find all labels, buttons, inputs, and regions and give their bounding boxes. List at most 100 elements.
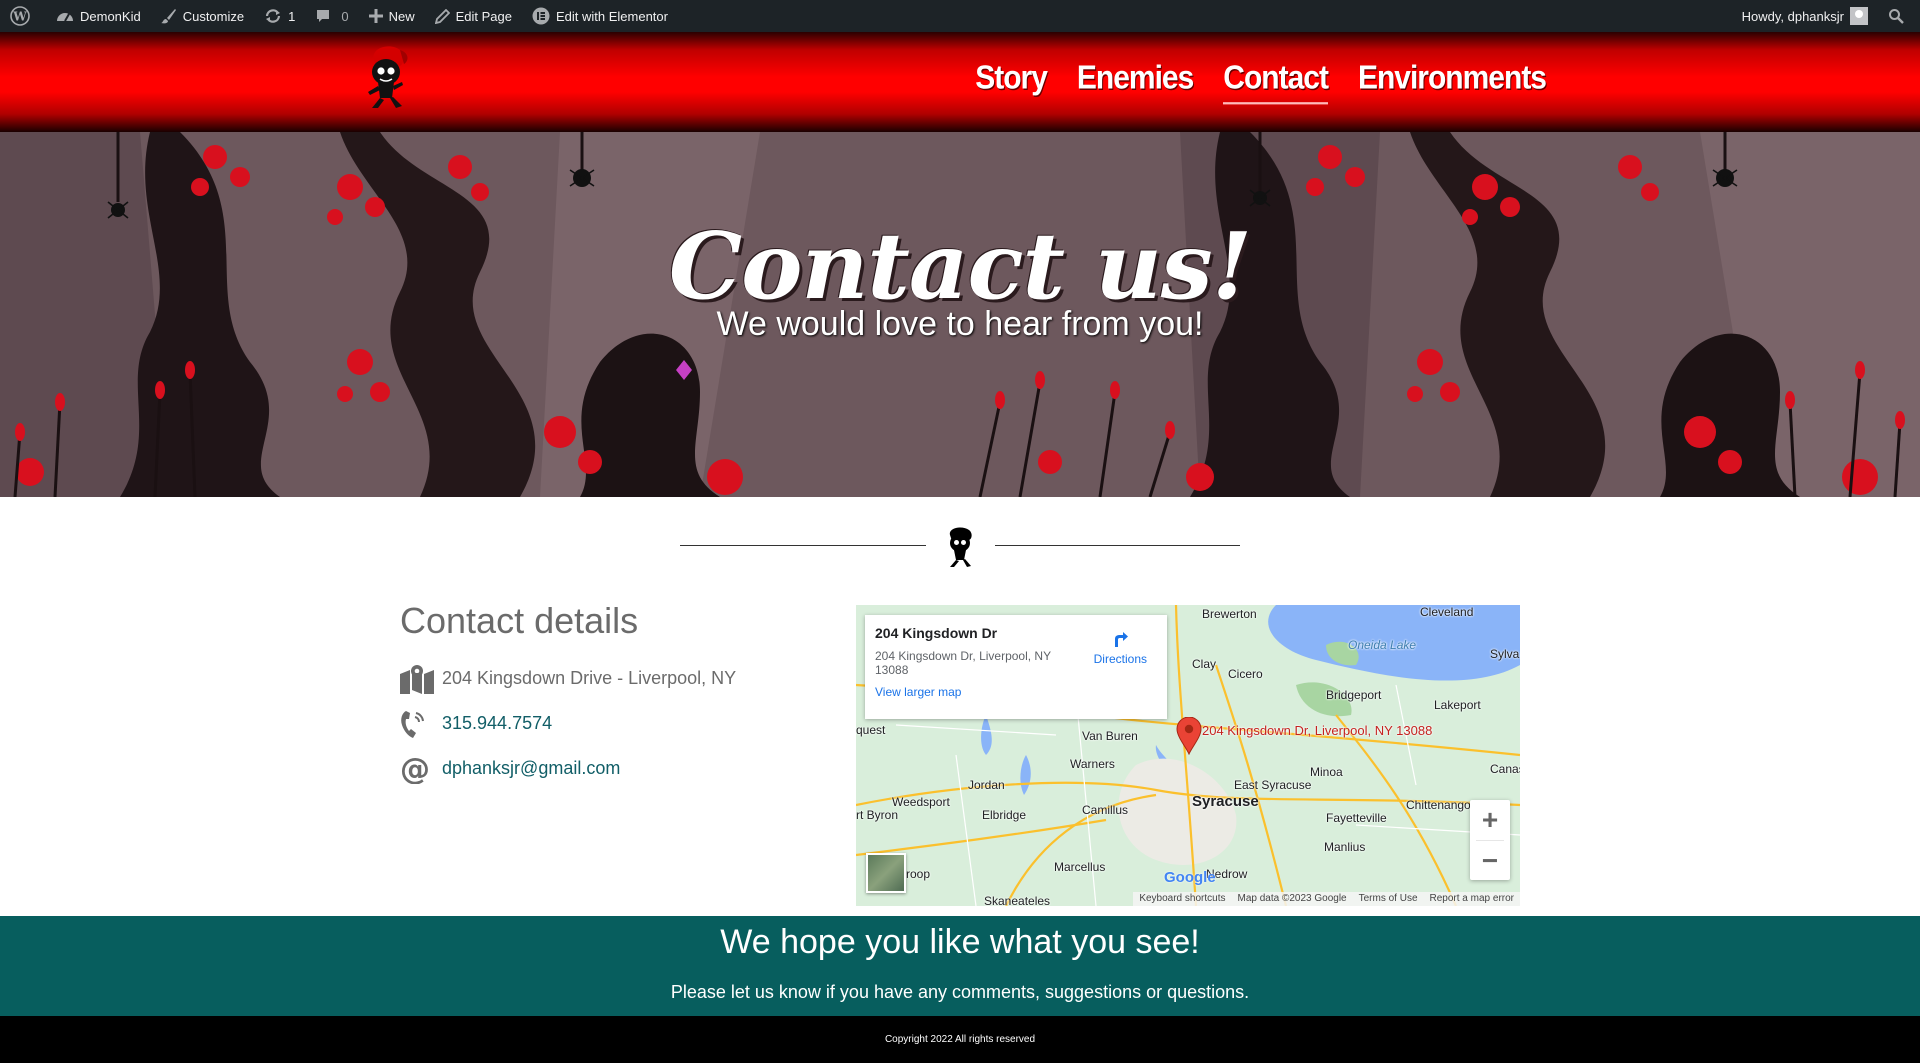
email-row: @ dphanksjr@gmail.com [400,746,830,791]
map-place-label: Syracuse [1192,793,1259,810]
updates-link[interactable]: 1 [254,0,305,32]
map-place-label: Canast [1490,762,1520,776]
site-name-label: DemonKid [80,8,141,24]
map-place-label: Camillus [1082,803,1129,817]
map-place-label: Van Buren [1082,729,1138,743]
closing-banner: We hope you like what you see! Please le… [0,916,1920,1016]
customize-link[interactable]: Customize [151,0,254,32]
demon-kid-silhouette-icon [949,527,972,567]
map-info-window: 204 Kingsdown Dr 204 Kingsdown Dr, Liver… [865,615,1167,719]
directions-icon [1115,632,1129,647]
comments-link[interactable]: 0 [305,0,358,32]
main-navigation: Story Enemies Contact Environments [975,60,1547,105]
map-place-label: Brewerton [1202,607,1257,621]
pencil-icon [434,8,450,24]
new-label: New [388,8,415,24]
contact-details: Contact details 204 Kingsdown Drive - Li… [400,600,830,791]
demon-kid-logo[interactable] [360,42,412,112]
edit-page-link[interactable]: Edit Page [425,0,522,32]
view-larger-map-link[interactable]: View larger map [875,685,1157,699]
site-name-menu[interactable]: DemonKid [46,0,151,32]
map-zoom-control: + − [1470,800,1510,880]
comment-bubble-icon [317,10,330,22]
map-data-text: Map data ©2023 Google [1237,893,1347,904]
contact-heading: Contact details [400,600,639,641]
edit-elementor-label: Edit with Elementor [555,8,668,24]
svg-text:@: @ [400,754,430,784]
address-text: 204 Kingsdown Drive - Liverpool, NY [442,668,737,688]
comments-count: 0 [341,8,349,24]
svg-text:W: W [12,10,27,24]
section-divider [0,525,1920,570]
nav-contact[interactable]: Contact [1223,60,1329,105]
phone-icon [400,708,436,740]
site-header: Story Enemies Contact Environments [0,32,1920,132]
nav-story[interactable]: Story [975,60,1048,105]
map-place-label: Marcellus [1054,860,1106,874]
map-place-label: Manlius [1324,840,1366,854]
terms-of-use-link[interactable]: Terms of Use [1359,893,1418,905]
map-place-label: Clay [1192,657,1217,671]
email-link[interactable]: dphanksjr@gmail.com [442,758,620,779]
edit-page-label: Edit Page [455,8,512,24]
phone-link[interactable]: 315.944.7574 [442,713,552,734]
report-map-error-link[interactable]: Report a map error [1430,893,1514,905]
my-account-menu[interactable]: Howdy, dphanksjr [1732,0,1878,32]
zoom-out-button[interactable]: − [1470,841,1510,881]
keyboard-shortcuts-link[interactable]: Keyboard shortcuts [1139,893,1225,905]
map-place-label: Fayetteville [1326,811,1387,825]
hero-title: Contact us! [668,212,1252,320]
copyright-text: Copyright 2022 All rights reserved [884,1034,1036,1045]
map-place-label: Skaneateles [984,894,1051,906]
google-logo: Google [1164,869,1216,886]
elementor-icon [532,7,550,25]
edit-with-elementor-link[interactable]: Edit with Elementor [522,0,678,32]
map-footer: Keyboard shortcuts Map data ©2023 Google… [1133,892,1520,906]
map-place-label: Weedsport [892,795,950,809]
address-row: 204 Kingsdown Drive - Liverpool, NY [400,656,830,701]
new-content-menu[interactable]: New [359,0,425,32]
satellite-toggle-button[interactable] [866,853,906,893]
search-icon [1889,9,1904,24]
directions-button[interactable]: Directions [1094,627,1147,666]
closing-heading: We hope you like what you see! [720,923,1200,961]
map-place-label: Jordan [968,778,1005,792]
plus-icon [368,9,383,23]
map-place-label: East Syracuse [1234,778,1312,792]
hero-subtitle: We would love to hear from you! [716,305,1204,343]
divider-line-right [995,545,1240,546]
updates-count: 1 [288,8,296,24]
at-sign-icon: @ [400,753,436,785]
map-pin-icon[interactable] [1176,717,1202,755]
map-icon [400,663,436,695]
map-place-label: quest [856,723,886,737]
directions-label: Directions [1093,652,1147,666]
map-place-label: Bridgeport [1326,688,1382,702]
howdy-label: Howdy, dphanksjr [1741,8,1844,24]
google-map-embed[interactable]: 204 Kingsdown Dr 204 Kingsdown Dr, Liver… [856,605,1520,906]
dashboard-icon [57,13,73,22]
avatar [1850,7,1868,25]
nav-enemies[interactable]: Enemies [1077,60,1194,105]
map-place-label: Chittenango [1406,798,1471,812]
divider-line-left [680,545,926,546]
wordpress-logo-icon[interactable]: W [0,0,46,32]
map-info-address: 204 Kingsdown Dr, Liverpool, NY 13088 [875,649,1051,677]
map-place-label: Sylva [1490,647,1520,661]
zoom-in-button[interactable]: + [1470,800,1510,840]
admin-search-button[interactable] [1878,0,1920,32]
updates-icon [266,9,281,23]
map-place-label: Cleveland [1420,605,1474,619]
copyright-bar: Copyright 2022 All rights reserved [0,1016,1920,1063]
map-place-label: Minoa [1310,765,1343,779]
hero-banner: Contact us! We would love to hear from y… [0,132,1920,497]
map-place-label: Cicero [1228,667,1263,681]
closing-text: Please let us know if you have any comme… [670,982,1250,1002]
map-place-label: Oneida Lake [1348,638,1417,652]
wp-admin-bar: W DemonKid Customize 1 0 New Edit Page E… [0,0,1920,32]
map-place-label: Warners [1070,757,1115,771]
map-place-label: roop [906,867,931,881]
customize-label: Customize [182,8,245,24]
nav-environments[interactable]: Environments [1358,60,1547,105]
map-pin-label: 204 Kingsdown Dr, Liverpool, NY 13088 [1202,723,1433,738]
